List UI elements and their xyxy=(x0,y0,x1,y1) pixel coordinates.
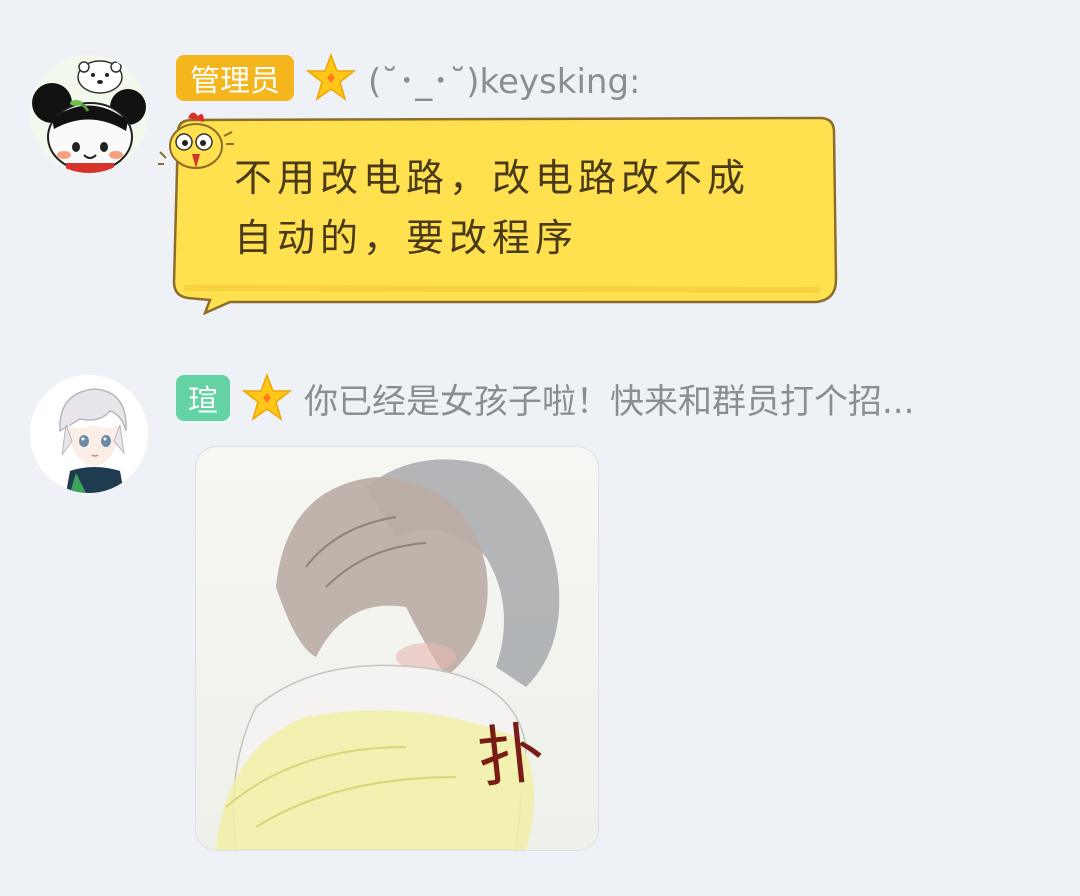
avatar-admin[interactable] xyxy=(30,55,148,173)
bear-avatar-icon xyxy=(30,55,148,173)
message-text-line: 不用改电路，改电路改不成 xyxy=(234,156,751,200)
avatar-member[interactable] xyxy=(30,375,148,493)
message-text-line: 自动的，要改程序 xyxy=(234,216,579,260)
sender-nickname[interactable]: (˘･_･˘)keysking: xyxy=(368,54,640,103)
role-badge: 瑄 xyxy=(176,375,230,421)
chick-decoration-icon xyxy=(158,112,234,169)
message-bubble[interactable]: 不用改电路，改电路改不成 自动的，要改程序 xyxy=(158,110,840,315)
star-icon xyxy=(306,53,356,101)
role-badge: 管理员 xyxy=(176,55,294,101)
star-icon xyxy=(242,373,292,421)
chat-window: 管理员 (˘･_･˘)keysking: 不用改电路，改电路改不成 自动的，要改… xyxy=(0,0,1080,896)
message-text: 不用改电路，改电路改不成 自动的，要改程序 xyxy=(234,148,824,268)
image-message[interactable]: 扑 xyxy=(195,446,599,851)
image-caption: 扑 xyxy=(474,713,548,798)
sender-nickname[interactable]: 你已经是女孩子啦！快来和群员打个招... xyxy=(304,374,914,423)
white-hair-boy-avatar-icon xyxy=(30,375,148,493)
message-header: 瑄 你已经是女孩子啦！快来和群员打个招... xyxy=(176,373,914,423)
message-header: 管理员 (˘･_･˘)keysking: xyxy=(176,53,640,103)
